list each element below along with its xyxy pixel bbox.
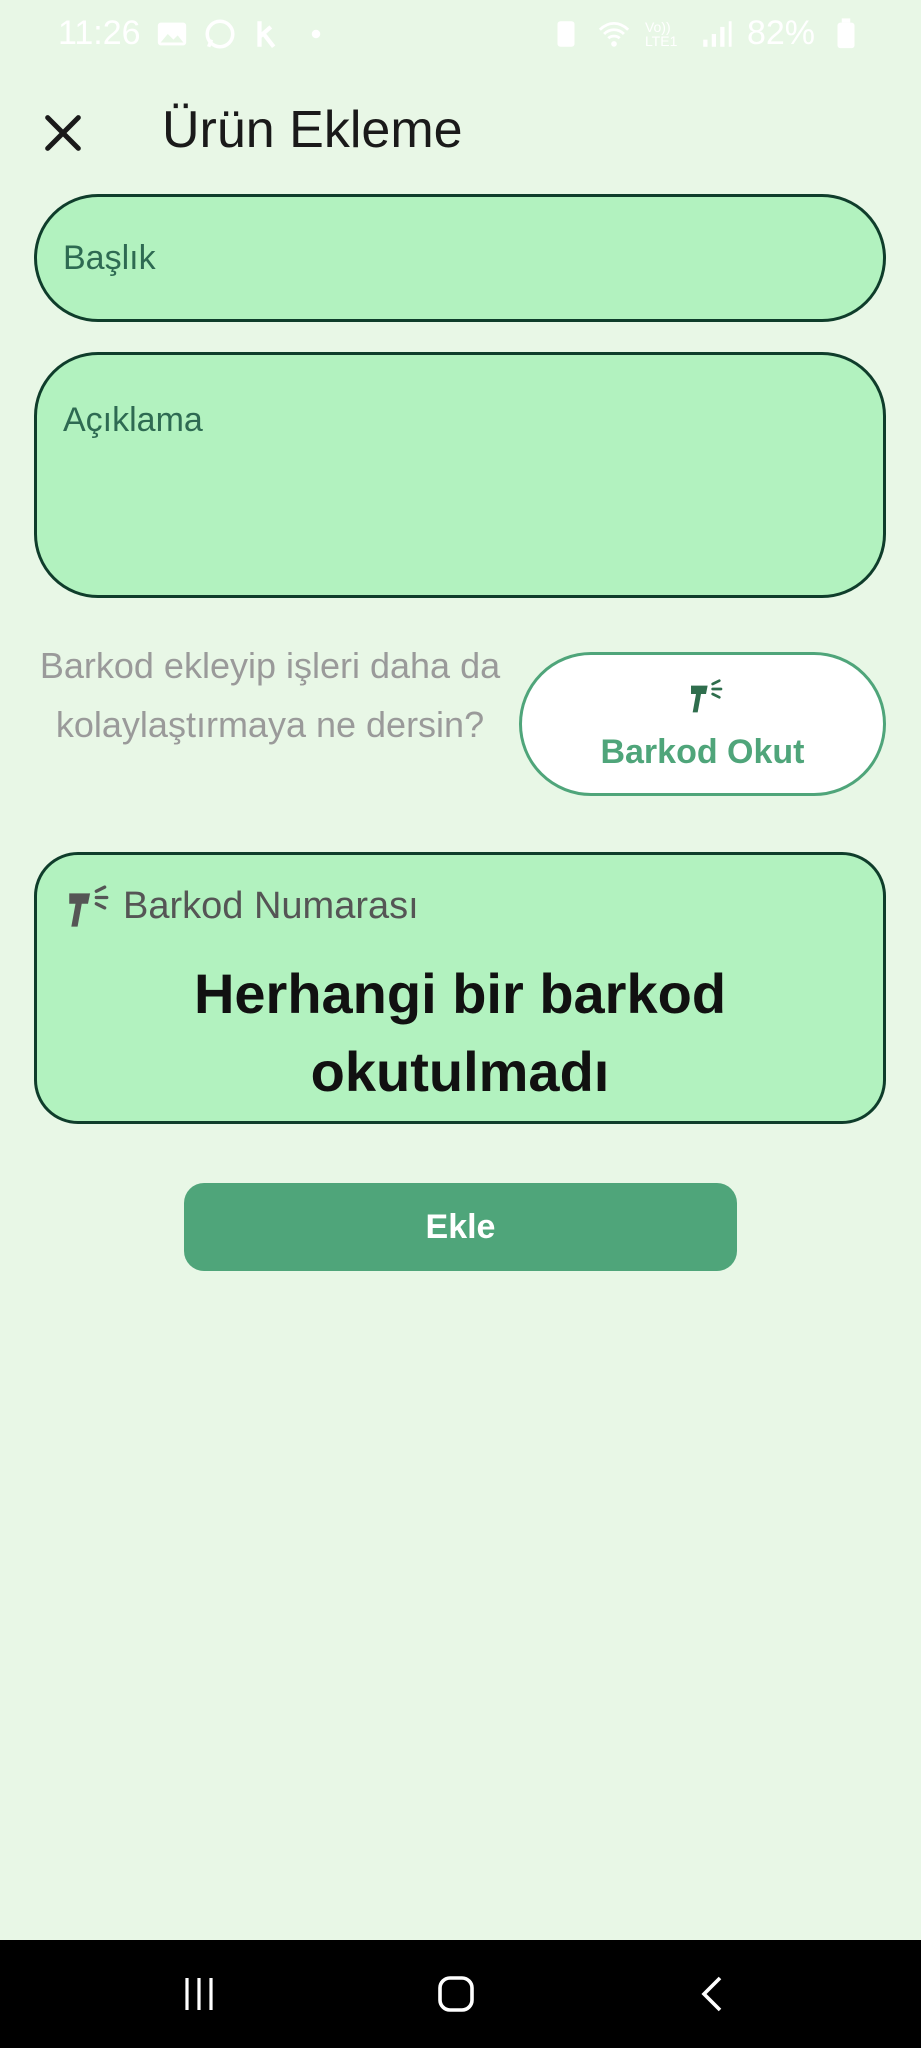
battery-saver-icon (549, 17, 583, 51)
home-icon (438, 1976, 474, 2012)
close-icon (45, 115, 81, 151)
close-button[interactable] (40, 110, 86, 156)
status-bar: 11:26 Vo)) LTE1 82% (0, 0, 921, 70)
scan-barcode-button[interactable]: Barkod Okut (519, 652, 886, 796)
recent-apps-icon (185, 1978, 213, 2010)
back-button[interactable] (690, 1970, 738, 2018)
barcode-scanner-icon (69, 885, 109, 927)
gallery-icon (155, 17, 189, 51)
status-time: 11:26 (58, 14, 141, 52)
scan-barcode-label: Barkod Okut (600, 733, 805, 771)
navigation-bar (0, 1940, 921, 2048)
description-placeholder: Açıklama (63, 401, 203, 439)
title-input[interactable]: Başlık (34, 194, 886, 322)
network-label: Vo)) LTE1 (644, 18, 678, 49)
home-button[interactable] (432, 1970, 480, 2018)
battery-icon (829, 17, 863, 51)
recent-apps-button[interactable] (175, 1970, 223, 2018)
header: Ürün Ekleme (0, 80, 921, 180)
battery-percent: 82% (746, 14, 815, 52)
whatsapp-icon (203, 17, 237, 51)
back-icon (701, 1976, 722, 2012)
signal-icon (699, 17, 733, 51)
barcode-number-value: Herhangi bir barkod okutulmadı (193, 962, 727, 1103)
barcode-number-card: Barkod Numarası Herhangi bir barkod okut… (34, 852, 886, 1124)
description-input[interactable]: Açıklama (34, 352, 886, 598)
k-app-icon (251, 17, 285, 51)
dot-icon (299, 17, 333, 51)
add-button[interactable]: Ekle (184, 1183, 737, 1271)
barcode-promo-text: Barkod ekleyip işleri daha da kolaylaştı… (39, 645, 501, 745)
title-placeholder: Başlık (63, 239, 156, 277)
barcode-scanner-icon (691, 679, 723, 713)
wifi-icon (597, 17, 631, 51)
barcode-number-label: Barkod Numarası (123, 885, 419, 927)
status-right: Vo)) LTE1 82% (549, 14, 863, 53)
status-left: 11:26 (58, 14, 333, 53)
page-title: Ürün Ekleme (162, 101, 463, 159)
